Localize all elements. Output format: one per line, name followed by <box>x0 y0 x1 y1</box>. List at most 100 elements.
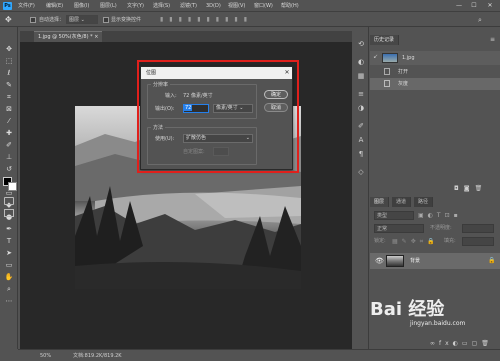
history-brush-tool-icon[interactable]: ↺ <box>3 164 15 175</box>
adjustments-panel-icon[interactable]: ◑ <box>356 103 366 113</box>
app-logo: Ps <box>3 2 12 10</box>
align-buttons[interactable]: ▮▮▮▮▮▮▮▮▮▮ <box>160 16 360 24</box>
menu-type[interactable]: 文字(Y) <box>127 2 144 10</box>
layer-name: 背景 <box>410 258 421 264</box>
zoom-tool-icon[interactable]: ⌕ <box>3 284 15 295</box>
menu-view[interactable]: 视图(V) <box>228 2 245 10</box>
move-tool-icon[interactable]: ✥ <box>3 44 15 55</box>
layers-footer-buttons[interactable]: ∞fx◐▭▢🗑 <box>430 340 498 348</box>
menu-window[interactable]: 窗口(W) <box>254 2 273 10</box>
tab-paths[interactable]: 路径 <box>414 197 434 207</box>
menu-file[interactable]: 文件(F) <box>18 2 35 10</box>
background-color-swatch[interactable] <box>8 182 17 191</box>
watermark: Bai 经验 jingyan.baidu.com <box>370 300 495 340</box>
hand-tool-icon[interactable]: ✋ <box>3 272 15 283</box>
clone-stamp-tool-icon[interactable]: ⊥ <box>3 152 15 163</box>
properties-panel-icon[interactable]: ≡ <box>356 89 366 99</box>
tab-channels[interactable]: 通道 <box>392 197 412 207</box>
layer-thumbnail <box>386 255 404 267</box>
document-tab-title: 1.jpg @ 50%(灰色/8) * <box>38 34 93 40</box>
layer-filter-value: 类型 <box>377 213 388 219</box>
status-bar: 50% 文档:819.2K/819.2K <box>18 349 500 361</box>
highlight-annotation-box <box>137 60 299 173</box>
eyedropper-tool-icon[interactable]: ⁄ <box>3 116 15 127</box>
pen-tool-icon[interactable]: ✒ <box>3 224 15 235</box>
panel-menu-icon[interactable]: ≡ <box>490 36 498 44</box>
menu-help[interactable]: 帮助(H) <box>281 2 299 10</box>
history-item-label: 打开 <box>398 69 409 75</box>
history-panel-icon[interactable]: ⟲ <box>356 39 366 49</box>
history-snapshot[interactable]: ↙ 1.jpg <box>370 51 500 65</box>
menu-bar: Ps 文件(F) 编辑(E) 图像(I) 图层(L) 文字(Y) 选择(S) 滤… <box>0 0 500 12</box>
show-transform-label: 显示变换控件 <box>111 17 142 23</box>
close-button[interactable]: ✕ <box>483 1 497 11</box>
crop-tool-icon[interactable]: ⌗ <box>3 92 15 103</box>
minimize-button[interactable]: — <box>452 1 466 11</box>
move-tool-icon[interactable]: ✥ <box>5 15 15 25</box>
fill-label: 填充: <box>444 238 456 244</box>
visibility-eye-icon[interactable]: 👁 <box>375 256 384 266</box>
frame-tool-icon[interactable]: ⊠ <box>3 104 15 115</box>
tab-layers[interactable]: 图层 <box>370 197 390 207</box>
swatches-panel-icon[interactable]: ▦ <box>356 71 366 81</box>
fill-field[interactable] <box>462 237 494 246</box>
search-icon[interactable]: ⌕ <box>478 15 492 25</box>
close-tab-icon[interactable]: × <box>94 34 98 40</box>
document-tab[interactable]: 1.jpg @ 50%(灰色/8) * × <box>34 31 103 42</box>
menu-layer[interactable]: 图层(L) <box>100 2 117 10</box>
auto-select-dropdown[interactable]: 图层 ⌄ <box>66 15 98 24</box>
more-tools-icon[interactable]: ⋯ <box>3 296 15 307</box>
path-select-tool-icon[interactable]: ➤ <box>3 248 15 259</box>
history-panel: 历史记录 ≡ ↙ 1.jpg 打开 灰度 ◘◙🗑 <box>370 35 500 193</box>
lock-icon: 🔒 <box>488 257 496 264</box>
history-item[interactable]: 打开 <box>370 66 500 78</box>
menu-3d[interactable]: 3D(D) <box>206 2 221 10</box>
panel-icon-strip: ⟲ ◐ ▦ ≡ ◑ ✐ A ¶ ◇ <box>353 27 369 349</box>
layer-filter-dropdown[interactable]: 类型 <box>374 211 414 220</box>
lasso-tool-icon[interactable]: ℓ <box>3 68 15 79</box>
menu-image[interactable]: 图像(I) <box>74 2 89 10</box>
marquee-tool-icon[interactable]: ⬚ <box>3 56 15 67</box>
auto-select-label: 自动选择： <box>39 17 65 23</box>
maximize-button[interactable]: ☐ <box>467 1 481 11</box>
auto-select-value: 图层 <box>69 17 80 23</box>
glyphs-panel-icon[interactable]: ◇ <box>356 167 366 177</box>
zoom-level[interactable]: 50% <box>40 352 51 360</box>
character-panel-icon[interactable]: A <box>356 135 366 145</box>
snapshot-thumbnail <box>382 53 398 63</box>
rectangle-tool-icon[interactable]: ▭ <box>3 260 15 271</box>
brush-tool-icon[interactable]: ✐ <box>3 140 15 151</box>
blend-mode-value: 正常 <box>377 226 388 232</box>
chevron-down-icon: ⌄ <box>80 17 85 23</box>
color-panel-icon[interactable]: ◐ <box>356 57 366 67</box>
history-item-selected[interactable]: 灰度 <box>370 78 500 90</box>
auto-select-checkbox[interactable] <box>30 17 36 23</box>
history-item-label: 灰度 <box>398 81 409 87</box>
tools-panel: ✥ ⬚ ℓ ✎ ⌗ ⊠ ⁄ ✚ ✐ ⊥ ↺ ◧ ▭ ◆ ● ✒ T ➤ ▭ ✋ … <box>0 27 18 349</box>
show-transform-checkbox[interactable] <box>103 17 109 23</box>
brush-panel-icon[interactable]: ✐ <box>356 121 366 131</box>
type-tool-icon[interactable]: T <box>3 236 15 247</box>
tab-history[interactable]: 历史记录 <box>370 35 400 45</box>
layer-row[interactable]: 👁 背景 🔒 <box>370 253 500 269</box>
healing-brush-tool-icon[interactable]: ✚ <box>3 128 15 139</box>
menu-select[interactable]: 选择(S) <box>153 2 170 10</box>
opacity-field[interactable] <box>462 224 494 233</box>
options-bar: ✥ 自动选择： 图层 ⌄ 显示变换控件 ▮▮▮▮▮▮▮▮▮▮ ⌕ <box>0 12 500 27</box>
quick-mask-icon[interactable] <box>4 197 14 205</box>
blend-mode-dropdown[interactable]: 正常 <box>374 224 424 233</box>
lock-icons[interactable]: ▦✎✥⌗🔒 <box>392 237 442 246</box>
lock-label: 锁定: <box>374 238 386 244</box>
screen-mode-icon[interactable] <box>4 209 14 217</box>
snapshot-name: 1.jpg <box>402 55 415 61</box>
document-tab-bar: 1.jpg @ 50%(灰色/8) * × <box>20 31 352 42</box>
layer-filter-icons[interactable]: ▣◐T⊡▪ <box>418 211 494 220</box>
opacity-label: 不透明度: <box>430 225 452 231</box>
history-state-icon <box>384 80 390 87</box>
menu-filter[interactable]: 滤镜(T) <box>180 2 197 10</box>
menu-edit[interactable]: 编辑(E) <box>46 2 63 10</box>
paragraph-panel-icon[interactable]: ¶ <box>356 149 366 159</box>
history-footer-buttons[interactable]: ◘◙🗑 <box>454 185 498 193</box>
history-brush-source-icon[interactable]: ↙ <box>373 51 378 63</box>
quick-select-tool-icon[interactable]: ✎ <box>3 80 15 91</box>
